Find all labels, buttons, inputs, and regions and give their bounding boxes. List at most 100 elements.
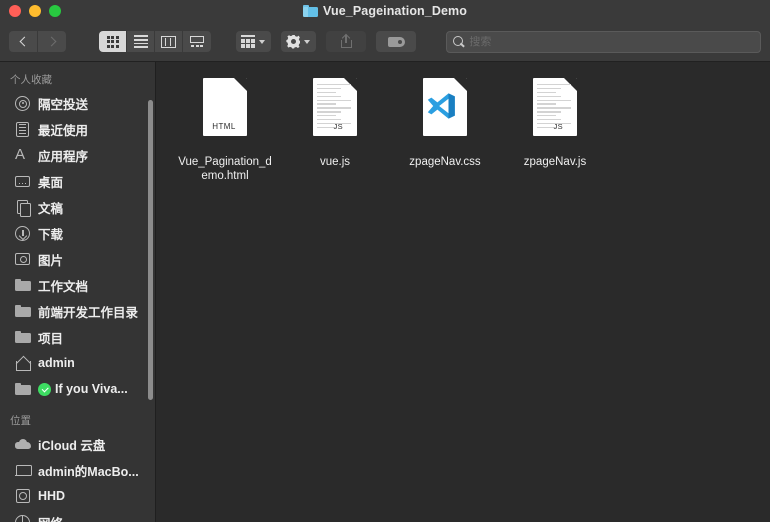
sidebar-item-network[interactable]: 网络 bbox=[0, 509, 155, 522]
folder-icon bbox=[14, 329, 31, 346]
folder-icon bbox=[303, 5, 319, 17]
list-view-button[interactable] bbox=[127, 31, 155, 52]
file-name: zpageNav.js bbox=[523, 156, 587, 168]
file-item[interactable]: JS zpageNav.js bbox=[500, 78, 610, 183]
sidebar-item-downloads[interactable]: 下载 bbox=[0, 220, 155, 246]
file-name: zpageNav.css bbox=[409, 156, 481, 168]
folder-icon bbox=[14, 381, 31, 398]
finder-window: Vue_Pageination_Demo 搜索 个人收藏 隔空投送 最近使用 A… bbox=[0, 0, 770, 522]
file-item[interactable]: JS vue.js bbox=[280, 78, 390, 183]
file-kind-label: JS bbox=[333, 122, 343, 131]
icon-view-button[interactable] bbox=[99, 31, 127, 52]
title-bar: Vue_Pageination_Demo bbox=[0, 0, 770, 22]
sidebar-item-label: 图片 bbox=[38, 253, 64, 268]
sidebar-item-if-you-viva[interactable]: If you Viva... bbox=[0, 376, 155, 402]
folder-icon bbox=[14, 277, 31, 294]
traffic-light-group bbox=[9, 5, 61, 17]
action-menu-button[interactable] bbox=[281, 31, 317, 52]
view-mode-segmented-control bbox=[99, 31, 211, 52]
sidebar-item-label: 应用程序 bbox=[38, 149, 89, 164]
file-name: vue.js bbox=[319, 156, 351, 168]
minimize-button[interactable] bbox=[29, 5, 41, 17]
vscode-document-icon bbox=[417, 78, 473, 148]
toolbar bbox=[0, 22, 770, 62]
forward-button[interactable] bbox=[38, 31, 66, 52]
sidebar-item-projects[interactable]: 项目 bbox=[0, 324, 155, 350]
file-item[interactable]: zpageNav.css bbox=[390, 78, 500, 183]
sidebar-item-hhd[interactable]: HHD bbox=[0, 483, 155, 509]
documents-icon bbox=[14, 199, 31, 217]
back-button[interactable] bbox=[9, 31, 37, 52]
sidebar-item-work-docs[interactable]: 工作文档 bbox=[0, 272, 155, 298]
sidebar-item-label: 文稿 bbox=[38, 201, 64, 216]
arrange-button[interactable] bbox=[236, 31, 272, 52]
file-grid: HTML Vue_Pagination_demo.html JS vue.js bbox=[156, 78, 770, 183]
chevron-down-icon bbox=[259, 39, 266, 44]
tags-button[interactable] bbox=[376, 31, 417, 52]
desktop-icon bbox=[14, 173, 31, 190]
sidebar-item-airdrop[interactable]: 隔空投送 bbox=[0, 90, 155, 116]
js-document-icon: JS bbox=[527, 78, 583, 148]
window-title: Vue_Pageination_Demo bbox=[323, 4, 467, 18]
sidebar-item-recents[interactable]: 最近使用 bbox=[0, 116, 155, 142]
list-icon bbox=[133, 35, 148, 48]
sidebar-item-pictures[interactable]: 图片 bbox=[0, 246, 155, 272]
arrange-grid-icon bbox=[241, 35, 256, 48]
sidebar-item-label: 隔空投送 bbox=[38, 97, 89, 112]
file-area[interactable]: HTML Vue_Pagination_demo.html JS vue.js bbox=[156, 62, 770, 522]
sidebar-item-label: 桌面 bbox=[38, 175, 64, 190]
sidebar-item-label: 下载 bbox=[38, 227, 64, 242]
file-name: Vue_Pagination_demo.html bbox=[178, 156, 272, 182]
share-icon bbox=[340, 35, 352, 48]
pictures-icon bbox=[14, 251, 31, 268]
gear-icon bbox=[286, 35, 300, 49]
folder-icon bbox=[14, 303, 31, 320]
sidebar-item-label: If you Viva... bbox=[55, 382, 128, 396]
gallery-view-button[interactable] bbox=[183, 31, 211, 52]
sidebar-item-frontend-dir[interactable]: 前端开发工作目录 bbox=[0, 298, 155, 324]
sidebar-item-label: admin bbox=[38, 356, 75, 370]
sidebar-item-admin-home[interactable]: admin bbox=[0, 350, 155, 376]
sidebar-section-header-favorites: 个人收藏 bbox=[10, 74, 52, 86]
columns-icon bbox=[161, 35, 176, 48]
applications-icon bbox=[14, 146, 31, 164]
js-document-icon: JS bbox=[307, 78, 363, 148]
html-document-icon: HTML bbox=[197, 78, 253, 148]
file-kind-label: HTML bbox=[212, 122, 236, 131]
maximize-button[interactable] bbox=[49, 5, 61, 17]
share-button[interactable] bbox=[326, 31, 367, 52]
sidebar-item-icloud-drive[interactable]: iCloud 云盘 bbox=[0, 431, 155, 457]
file-kind-label: JS bbox=[553, 122, 563, 131]
close-button[interactable] bbox=[9, 5, 21, 17]
sidebar-item-label: 网络 bbox=[38, 513, 63, 522]
sidebar-item-desktop[interactable]: 桌面 bbox=[0, 168, 155, 194]
gallery-icon bbox=[190, 36, 204, 47]
sidebar-item-label: 最近使用 bbox=[38, 123, 89, 138]
cloud-icon bbox=[14, 436, 31, 453]
green-check-icon bbox=[38, 382, 51, 396]
search-icon bbox=[453, 36, 464, 47]
sidebar-item-label: 前端开发工作目录 bbox=[38, 305, 139, 320]
search-field[interactable] bbox=[446, 30, 761, 53]
sidebar-section-header-locations: 位置 bbox=[10, 415, 31, 427]
sidebar-item-macbook[interactable]: admin的MacBo... bbox=[0, 457, 155, 483]
sidebar-item-applications[interactable]: 应用程序 bbox=[0, 142, 155, 168]
grid-icon bbox=[106, 35, 119, 48]
sidebar-item-label: 项目 bbox=[38, 331, 64, 346]
recents-icon bbox=[14, 121, 31, 138]
column-view-button[interactable] bbox=[155, 31, 183, 52]
sidebar: 个人收藏 隔空投送 最近使用 应用程序 桌面 文稿 bbox=[0, 62, 156, 522]
home-icon bbox=[14, 355, 31, 372]
chevron-down-icon bbox=[304, 39, 311, 44]
network-icon bbox=[14, 514, 31, 522]
file-item[interactable]: HTML Vue_Pagination_demo.html bbox=[170, 78, 280, 183]
sidebar-item-documents[interactable]: 文稿 bbox=[0, 194, 155, 220]
airdrop-icon bbox=[14, 95, 31, 112]
search-input[interactable] bbox=[469, 35, 754, 48]
sidebar-item-label: iCloud 云盘 bbox=[38, 438, 106, 453]
navigation-buttons bbox=[9, 31, 66, 52]
sidebar-item-label: 工作文档 bbox=[38, 279, 89, 294]
tag-icon bbox=[387, 36, 405, 47]
sidebar-scrollbar[interactable] bbox=[148, 100, 153, 400]
sidebar-item-label: HHD bbox=[38, 489, 66, 503]
